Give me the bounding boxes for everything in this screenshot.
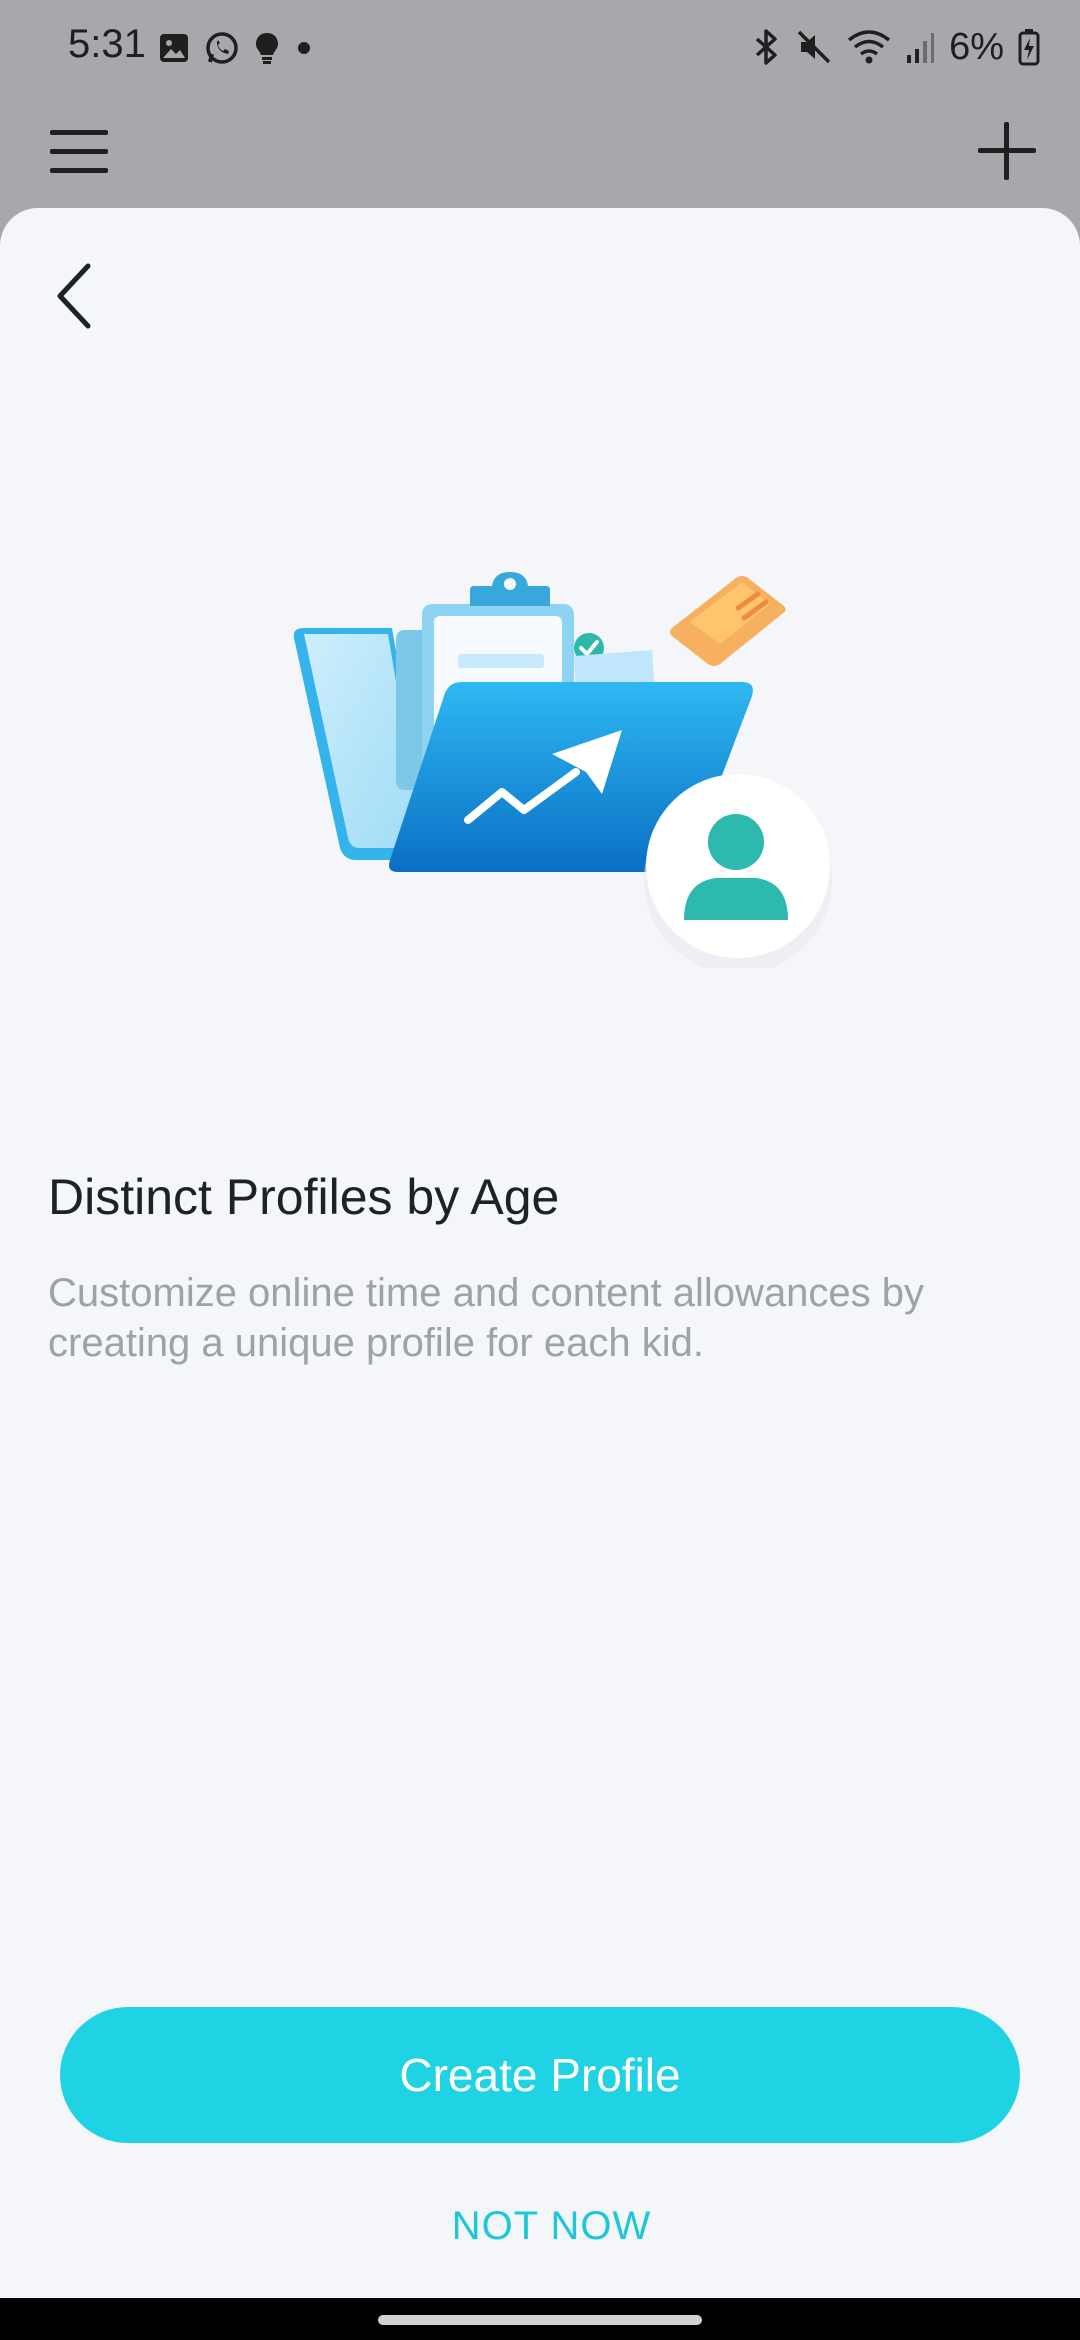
dot-icon [298, 42, 310, 54]
battery-percent: 6% [949, 25, 1004, 68]
signal-icon [907, 33, 935, 63]
profile-intro-sheet: Distinct Profiles by Age Customize onlin… [0, 208, 1080, 2298]
bulb-icon [256, 33, 278, 64]
create-profile-button[interactable]: Create Profile [60, 2007, 1020, 2143]
sheet-description: Customize online time and content allowa… [48, 1271, 925, 1365]
wifi-icon [847, 30, 891, 64]
gallery-icon [160, 34, 188, 62]
mute-icon [797, 30, 831, 64]
status-time: 5:31 [68, 22, 146, 66]
system-nav-bar [0, 2298, 1080, 2340]
notification-icons [158, 30, 314, 66]
whatsapp-icon [206, 32, 238, 64]
profiles-folder-illustration [293, 572, 832, 968]
plus-icon[interactable] [974, 118, 1040, 184]
battery-icon [1018, 29, 1040, 66]
menu-icon[interactable] [48, 126, 110, 178]
system-icons: 6% [753, 22, 1040, 72]
app-toolbar [0, 96, 1080, 206]
back-chevron-icon[interactable] [44, 256, 110, 336]
sheet-title: Distinct Profiles by Age [48, 1169, 560, 1225]
status-bar: 5:31 6% [0, 0, 1080, 96]
bluetooth-icon [755, 29, 777, 65]
not-now-button[interactable]: NOT NOW [0, 2204, 1080, 2249]
home-gesture-handle[interactable] [378, 2315, 702, 2325]
